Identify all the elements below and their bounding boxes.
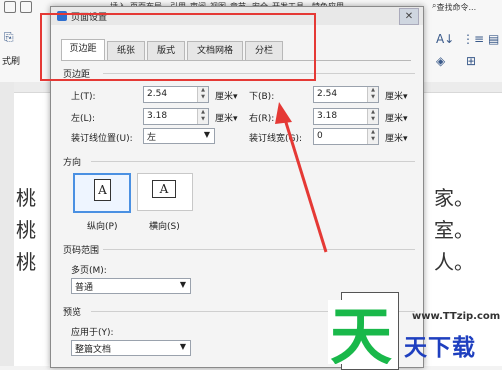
logo-big-char: 天 <box>330 300 392 364</box>
arrow-shaft <box>282 115 328 253</box>
watermark-site: www.TTzip.com <box>412 311 501 322</box>
watermark-brand: 天下载 <box>404 334 476 361</box>
arrow-head <box>275 102 292 124</box>
